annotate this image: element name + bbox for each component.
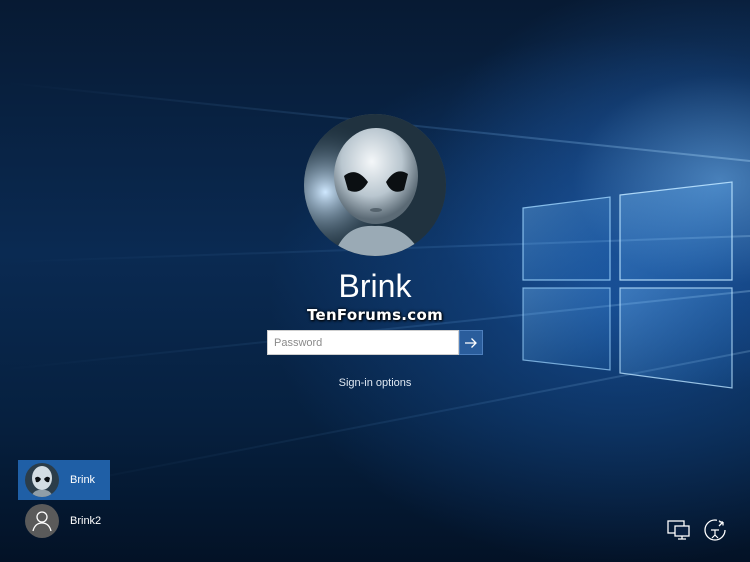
user-avatar [304,114,446,256]
user-tile-label: Brink [70,474,96,486]
ease-of-access-icon [704,519,726,541]
ease-of-access-button[interactable] [702,517,728,543]
user-tile-brink[interactable]: Brink [18,460,110,500]
lock-screen: Brink TenForums.com Sign-in options Brin… [0,0,750,562]
user-tile-brink2[interactable]: Brink2 [18,501,110,541]
submit-button[interactable] [459,330,483,355]
sign-in-options-link[interactable]: Sign-in options [0,377,750,389]
network-button[interactable] [666,517,692,543]
user-tile-avatar [25,504,59,538]
password-input[interactable] [268,331,458,355]
alien-avatar-icon [304,114,446,256]
network-icon [667,520,690,540]
light-beam [13,350,750,496]
password-field-container [267,330,459,355]
user-name: Brink [338,268,412,304]
user-tile-label: Brink2 [70,515,102,527]
watermark-text: TenForums.com [306,306,444,324]
alien-avatar-icon [25,463,59,497]
user-tile-avatar [25,463,59,497]
arrow-right-icon [465,337,477,348]
default-person-icon [32,511,52,532]
